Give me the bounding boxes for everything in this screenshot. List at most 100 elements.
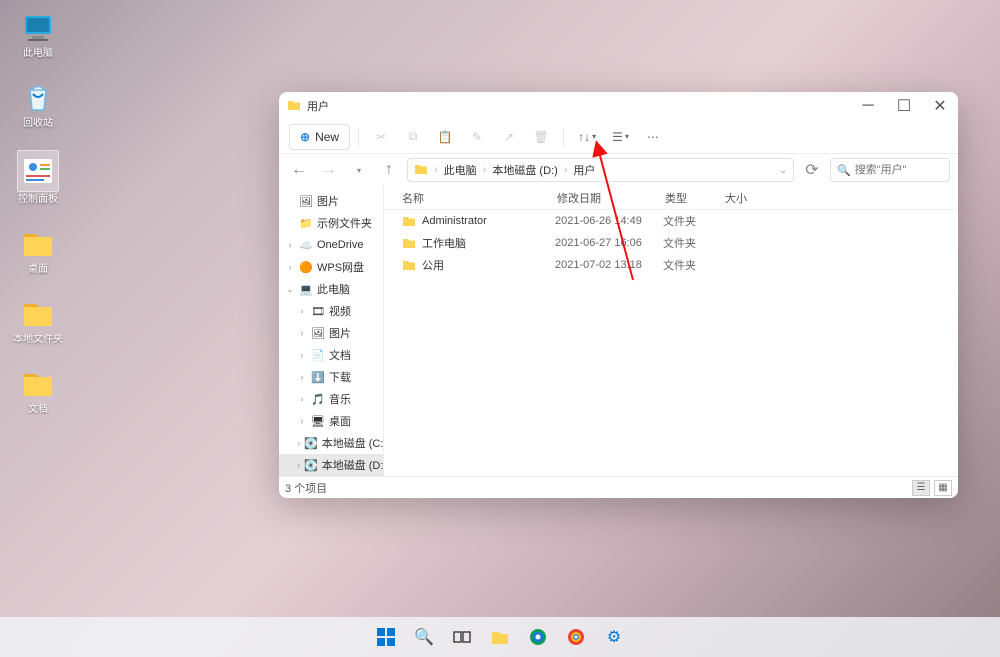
sidebar-item[interactable]: › 📄 文档 bbox=[279, 344, 383, 366]
share-icon: ↗ bbox=[504, 130, 514, 144]
sidebar-item[interactable]: 📁示例文件夹 bbox=[279, 212, 383, 234]
paste-icon: 📋 bbox=[438, 130, 453, 144]
desktop-icon-folder-3[interactable]: 文档 bbox=[10, 366, 66, 416]
desktop-icon-this-pc[interactable]: 此电脑 bbox=[10, 10, 66, 60]
icons-view-toggle[interactable]: ▦ bbox=[934, 480, 952, 496]
breadcrumb-item[interactable]: 用户 bbox=[573, 162, 595, 178]
folder-icon bbox=[287, 98, 301, 115]
search-box[interactable]: 🔍 bbox=[830, 158, 950, 182]
sidebar-item[interactable]: ›🎞视频 bbox=[279, 300, 383, 322]
back-button[interactable]: ← bbox=[287, 158, 311, 182]
close-button[interactable]: ✕ bbox=[922, 92, 958, 120]
chevron-icon: › bbox=[297, 350, 307, 360]
view-button[interactable]: ☰▾ bbox=[606, 124, 635, 150]
search-button[interactable]: 🔍 bbox=[409, 622, 439, 652]
taskbar: 🔍 ⚙ bbox=[0, 617, 1000, 657]
folder-icon bbox=[20, 366, 56, 402]
sidebar-item[interactable]: ›🖥桌面 bbox=[279, 410, 383, 432]
desktop-icon-recycle-bin[interactable]: 回收站 bbox=[10, 80, 66, 130]
desktop-icon-label: 回收站 bbox=[23, 118, 53, 130]
chevron-down-icon: ▾ bbox=[625, 132, 629, 141]
breadcrumb-item[interactable]: 本地磁盘 (D:) bbox=[492, 162, 557, 178]
desktop-icons: 此电脑回收站控制面板桌面本地文件夹文档 bbox=[10, 10, 66, 416]
pic-icon: 🖼 bbox=[299, 194, 313, 208]
search-icon: 🔍 bbox=[414, 627, 434, 647]
paste-button[interactable]: 📋 bbox=[431, 124, 459, 150]
column-size[interactable]: 大小 bbox=[725, 190, 775, 206]
cloud-icon: ☁️ bbox=[299, 238, 313, 252]
sidebar-item[interactable]: › ⬇️ 下载 bbox=[279, 366, 383, 388]
doc-icon: 📄 bbox=[311, 348, 325, 362]
cut-icon: ✂ bbox=[376, 130, 386, 144]
sidebar-item-label: 音乐 bbox=[329, 391, 351, 407]
breadcrumb-item[interactable]: 此电脑 bbox=[444, 162, 477, 178]
delete-button[interactable]: 🗑 bbox=[527, 124, 555, 150]
sidebar-item-label: 文档 bbox=[329, 347, 351, 363]
sidebar-item[interactable]: ›💽本地磁盘 (C:) bbox=[279, 432, 383, 454]
up-button[interactable]: ↑ bbox=[377, 158, 401, 182]
sort-button[interactable]: ↑↓▾ bbox=[572, 124, 602, 150]
wps-icon: 🟠 bbox=[299, 260, 313, 274]
column-type[interactable]: 类型 bbox=[665, 190, 725, 206]
folder-cyan-icon: 📁 bbox=[299, 216, 313, 230]
settings-taskbar-icon[interactable]: ⚙ bbox=[599, 622, 629, 652]
sidebar-item[interactable]: ›💽本地磁盘 (D:) bbox=[279, 454, 383, 476]
file-date: 2021-06-27 16:06 bbox=[555, 237, 663, 249]
file-explorer-window: 用户 ─ ☐ ✕ ⊕ New ✂ ⧉ 📋 ✎ ↗ 🗑 ↑↓▾ ☰▾ ⋯ ← → … bbox=[279, 92, 958, 498]
desktop-icon-folder-2[interactable]: 本地文件夹 bbox=[10, 296, 66, 346]
table-row[interactable]: 公用2021-07-02 13:18文件夹 bbox=[384, 254, 958, 276]
column-name[interactable]: 名称 bbox=[402, 190, 557, 206]
sidebar-item[interactable]: ›🎵音乐 bbox=[279, 388, 383, 410]
edge-taskbar-icon[interactable] bbox=[523, 622, 553, 652]
folder-icon bbox=[20, 226, 56, 262]
copy-button[interactable]: ⧉ bbox=[399, 124, 427, 150]
navigation-pane: 🖼图片📁示例文件夹›☁️OneDrive›🟠WPS网盘⌄💻此电脑›🎞视频›🖼图片… bbox=[279, 186, 384, 476]
share-button[interactable]: ↗ bbox=[495, 124, 523, 150]
sidebar-item-label: 本地磁盘 (D:) bbox=[322, 457, 384, 473]
sidebar-item-label: OneDrive bbox=[317, 239, 363, 251]
start-button[interactable] bbox=[371, 622, 401, 652]
sidebar-item[interactable]: ⌄💻此电脑 bbox=[279, 278, 383, 300]
sidebar-item[interactable]: ›🟠WPS网盘 bbox=[279, 256, 383, 278]
chevron-icon: ⌄ bbox=[285, 284, 295, 295]
desktop-icon-folder-1[interactable]: 桌面 bbox=[10, 226, 66, 276]
search-input[interactable] bbox=[855, 164, 943, 176]
desktop-icon-label: 文档 bbox=[28, 404, 48, 416]
file-type: 文件夹 bbox=[663, 213, 723, 229]
toolbar-separator bbox=[358, 128, 359, 146]
maximize-button[interactable]: ☐ bbox=[886, 92, 922, 120]
chevron-right-icon: › bbox=[434, 164, 438, 176]
list-icon: ☰ bbox=[612, 130, 623, 144]
explorer-taskbar-icon[interactable] bbox=[485, 622, 515, 652]
sidebar-item-label: 图片 bbox=[329, 325, 351, 341]
task-view-button[interactable] bbox=[447, 622, 477, 652]
cut-button[interactable]: ✂ bbox=[367, 124, 395, 150]
chevron-icon: › bbox=[297, 372, 307, 382]
sidebar-item[interactable]: 🖼图片 bbox=[279, 190, 383, 212]
details-view-toggle[interactable]: ☰ bbox=[912, 480, 930, 496]
chrome-taskbar-icon[interactable] bbox=[561, 622, 591, 652]
refresh-button[interactable]: ⟳ bbox=[800, 158, 824, 182]
column-date[interactable]: 修改日期 bbox=[557, 190, 665, 206]
more-button[interactable]: ⋯ bbox=[639, 124, 667, 150]
desktop-icon-label: 控制面板 bbox=[18, 194, 58, 206]
new-button-label: New bbox=[315, 130, 339, 144]
sidebar-item-label: 下载 bbox=[329, 369, 351, 385]
breadcrumb[interactable]: › 此电脑 › 本地磁盘 (D:) › 用户 ⌄ bbox=[407, 158, 794, 182]
recent-button[interactable]: ▾ bbox=[347, 158, 371, 182]
chevron-down-icon[interactable]: ⌄ bbox=[779, 165, 787, 176]
new-button[interactable]: ⊕ New bbox=[289, 124, 350, 150]
minimize-button[interactable]: ─ bbox=[850, 92, 886, 120]
table-row[interactable]: 工作电脑2021-06-27 16:06文件夹 bbox=[384, 232, 958, 254]
command-bar: ⊕ New ✂ ⧉ 📋 ✎ ↗ 🗑 ↑↓▾ ☰▾ ⋯ bbox=[279, 120, 958, 154]
sidebar-item[interactable]: ›☁️OneDrive bbox=[279, 234, 383, 256]
down-icon: ⬇️ bbox=[311, 370, 325, 384]
rename-button[interactable]: ✎ bbox=[463, 124, 491, 150]
table-row[interactable]: Administrator2021-06-26 14:49文件夹 bbox=[384, 210, 958, 232]
chevron-icon: › bbox=[285, 262, 295, 272]
sidebar-item[interactable]: ›🖼图片 bbox=[279, 322, 383, 344]
forward-button[interactable]: → bbox=[317, 158, 341, 182]
file-type: 文件夹 bbox=[663, 257, 723, 273]
desktop-icon-control-panel[interactable]: 控制面板 bbox=[10, 150, 66, 206]
pc-icon: 💻 bbox=[299, 282, 313, 296]
